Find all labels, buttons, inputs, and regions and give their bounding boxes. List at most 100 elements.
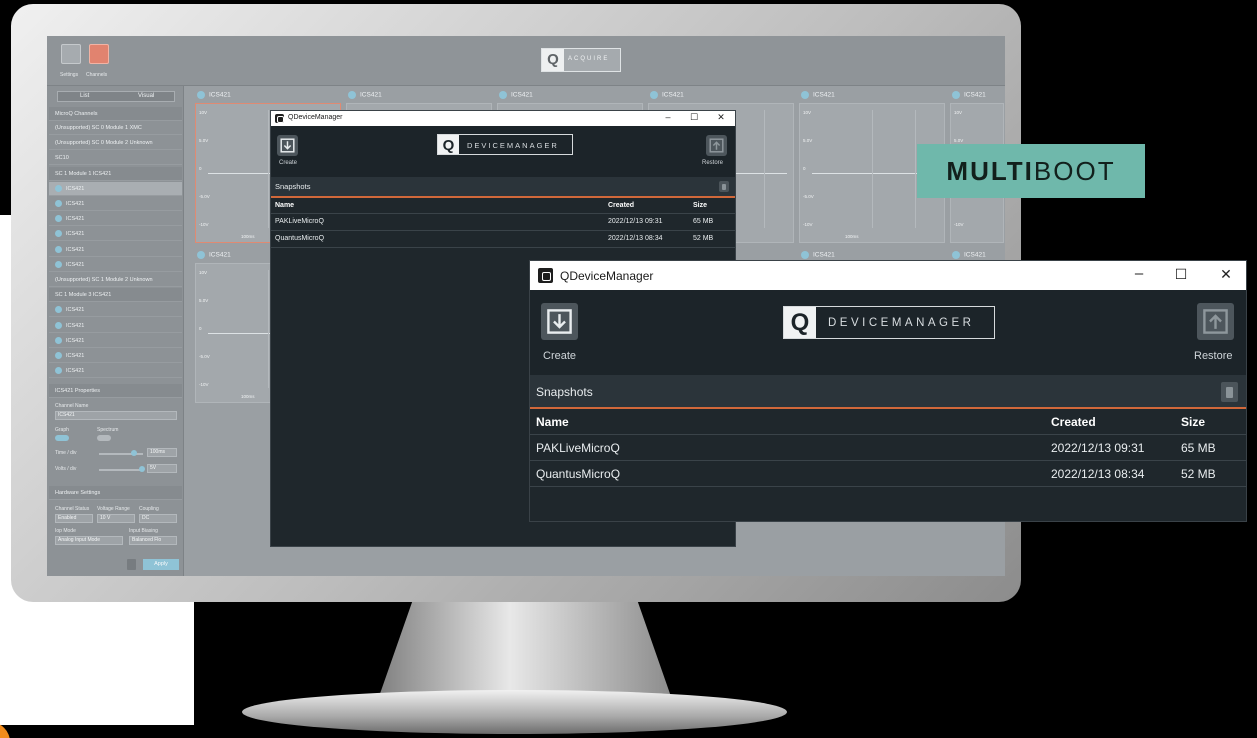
- x-tick-label: 100ms: [241, 394, 255, 399]
- plot-tile-title: ICS421: [801, 251, 835, 259]
- channel-group-item[interactable]: SC 1 Module 3 ICS421: [49, 288, 182, 303]
- channel-list-item[interactable]: ICS421: [49, 197, 182, 211]
- channel-row-label: ICS421: [66, 185, 85, 192]
- channel-list-item[interactable]: ICS421: [49, 364, 182, 379]
- y-tick-label: 0: [803, 166, 806, 171]
- voltage-range-select[interactable]: 10 V: [97, 514, 135, 523]
- snapshot-size: 52 MB: [1181, 467, 1216, 481]
- channel-group-item[interactable]: (Unsupported) SC 0 Module 1 XMC: [49, 121, 182, 135]
- trash-icon[interactable]: [719, 181, 729, 192]
- channel-indicator-icon: [55, 306, 62, 314]
- window-title: QDeviceManager: [288, 114, 343, 121]
- device-manager-window-large: QDeviceManager – ☐ ✕ Create Q DEVICEMANA…: [529, 260, 1247, 522]
- channel-name-input[interactable]: ICS421: [55, 411, 177, 420]
- table-row[interactable]: QuantusMicroQ 2022/12/13 08:34 52 MB: [271, 231, 735, 248]
- coupling-select[interactable]: DC: [139, 514, 177, 523]
- close-button[interactable]: ✕: [1216, 266, 1236, 283]
- channels-icon[interactable]: [89, 44, 109, 64]
- channel-group-item[interactable]: (Unsupported) SC 1 Module 2 Unknown: [49, 273, 182, 287]
- create-icon[interactable]: [277, 135, 298, 156]
- channel-row-label: (Unsupported) SC 1 Module 2 Unknown: [55, 277, 153, 283]
- plot-tile-label: ICS421: [813, 91, 835, 99]
- trash-icon[interactable]: [1221, 382, 1238, 402]
- table-row[interactable]: PAKLiveMicroQ 2022/12/13 09:31 65 MB: [530, 435, 1246, 461]
- plot-tile-title: ICS421: [952, 91, 986, 99]
- channel-group-item[interactable]: (Unsupported) SC 0 Module 2 Unknown: [49, 136, 182, 151]
- channel-list-item[interactable]: ICS421: [49, 212, 182, 227]
- channel-list-item[interactable]: ICS421: [49, 303, 182, 318]
- channel-indicator-icon: [55, 200, 62, 208]
- snapshot-size: 65 MB: [1181, 441, 1216, 455]
- maximize-button[interactable]: ☐: [686, 112, 702, 123]
- devicemanager-logo: Q DEVICEMANAGER: [437, 134, 573, 155]
- channel-status-select[interactable]: Enabled: [55, 514, 93, 523]
- channel-list-item[interactable]: ICS421: [49, 319, 182, 333]
- logo-q-mark: Q: [438, 135, 459, 154]
- minimize-button[interactable]: –: [1129, 265, 1149, 282]
- channel-list-item[interactable]: ICS421: [49, 227, 182, 242]
- close-button[interactable]: ✕: [713, 112, 729, 123]
- iop-mode-select[interactable]: Analog Input Mode: [55, 536, 123, 545]
- time-div-input[interactable]: 100ms: [147, 448, 177, 457]
- graph-toggle[interactable]: [55, 435, 69, 441]
- apply-button[interactable]: Apply: [143, 559, 179, 570]
- volts-div-input[interactable]: 5V: [147, 464, 177, 473]
- y-tick-label: -5.0V: [803, 194, 814, 199]
- dm-header: Create Q DEVICEMANAGER Restore: [530, 290, 1246, 375]
- delete-icon[interactable]: [127, 559, 136, 570]
- snapshot-name: QuantusMicroQ: [536, 467, 621, 481]
- create-icon[interactable]: [541, 303, 578, 340]
- table-header-row: Name Created Size: [271, 198, 735, 214]
- table-row[interactable]: PAKLiveMicroQ 2022/12/13 09:31 65 MB: [271, 214, 735, 231]
- settings-icon[interactable]: [61, 44, 81, 64]
- snapshot-size: 52 MB: [693, 235, 714, 242]
- y-tick-label: 0: [199, 166, 202, 171]
- channel-indicator-icon: [55, 215, 62, 223]
- y-tick-label: -10V: [199, 382, 209, 387]
- plot-tile-label: ICS421: [209, 91, 231, 99]
- plot-tile-title: ICS421: [348, 91, 382, 99]
- channel-indicator-icon: [801, 91, 809, 99]
- snapshot-created: 2022/12/13 09:31: [608, 218, 663, 225]
- channel-list-item[interactable]: ICS421: [49, 334, 182, 348]
- table-row[interactable]: QuantusMicroQ 2022/12/13 08:34 52 MB: [530, 461, 1246, 487]
- channel-list-item[interactable]: ICS421: [49, 258, 182, 272]
- badge-bold-text: MULTI: [946, 156, 1034, 186]
- table-header-row: Name Created Size: [530, 409, 1246, 435]
- channels-label: Channels: [86, 72, 108, 78]
- channel-group-item[interactable]: SC 1 Module 1 ICS421: [49, 166, 182, 181]
- channel-list-item[interactable]: ICS421: [49, 243, 182, 257]
- channel-list-item[interactable]: ICS421: [49, 181, 182, 196]
- y-tick-label: 5.0V: [199, 298, 209, 303]
- channel-indicator-icon: [55, 367, 62, 375]
- minimize-button[interactable]: –: [660, 112, 676, 122]
- maximize-button[interactable]: ☐: [1171, 266, 1191, 283]
- x-tick-label: 100ms: [845, 234, 859, 239]
- create-label: Create: [543, 350, 577, 362]
- snapshots-bar: Snapshots: [530, 375, 1246, 409]
- channel-row-label: ICS421: [66, 337, 85, 344]
- settings-label: Settings: [60, 72, 79, 78]
- volts-div-slider-handle[interactable]: [139, 466, 145, 472]
- time-div-slider-handle[interactable]: [131, 450, 137, 456]
- y-tick-label: -5.0V: [199, 354, 210, 359]
- input-biasing-select[interactable]: Balanced Flo: [129, 536, 177, 545]
- channel-list-item[interactable]: ICS421: [49, 349, 182, 363]
- snapshot-name: PAKLiveMicroQ: [536, 441, 620, 455]
- volts-div-slider[interactable]: [99, 469, 143, 471]
- tab-list[interactable]: List: [80, 93, 89, 99]
- y-tick-label: 5.0V: [954, 138, 964, 143]
- spectrum-toggle[interactable]: [97, 435, 111, 441]
- restore-icon[interactable]: [706, 135, 727, 156]
- spectrum-label: Spectrum: [97, 427, 119, 433]
- y-tick-label: -5.0V: [199, 194, 210, 199]
- snapshot-name: PAKLiveMicroQ: [275, 218, 324, 225]
- view-toggle: List Visual: [57, 91, 175, 102]
- tab-visual[interactable]: Visual: [138, 93, 154, 99]
- window-titlebar: QDeviceManager – ☐ ✕: [530, 261, 1246, 290]
- restore-icon[interactable]: [1197, 303, 1234, 340]
- graph-label: Graph: [55, 427, 69, 433]
- y-tick-label: 10V: [199, 110, 208, 115]
- channel-group-item[interactable]: SC10: [49, 151, 182, 166]
- dm-header: Create Q DEVICEMANAGER Restore: [271, 126, 735, 177]
